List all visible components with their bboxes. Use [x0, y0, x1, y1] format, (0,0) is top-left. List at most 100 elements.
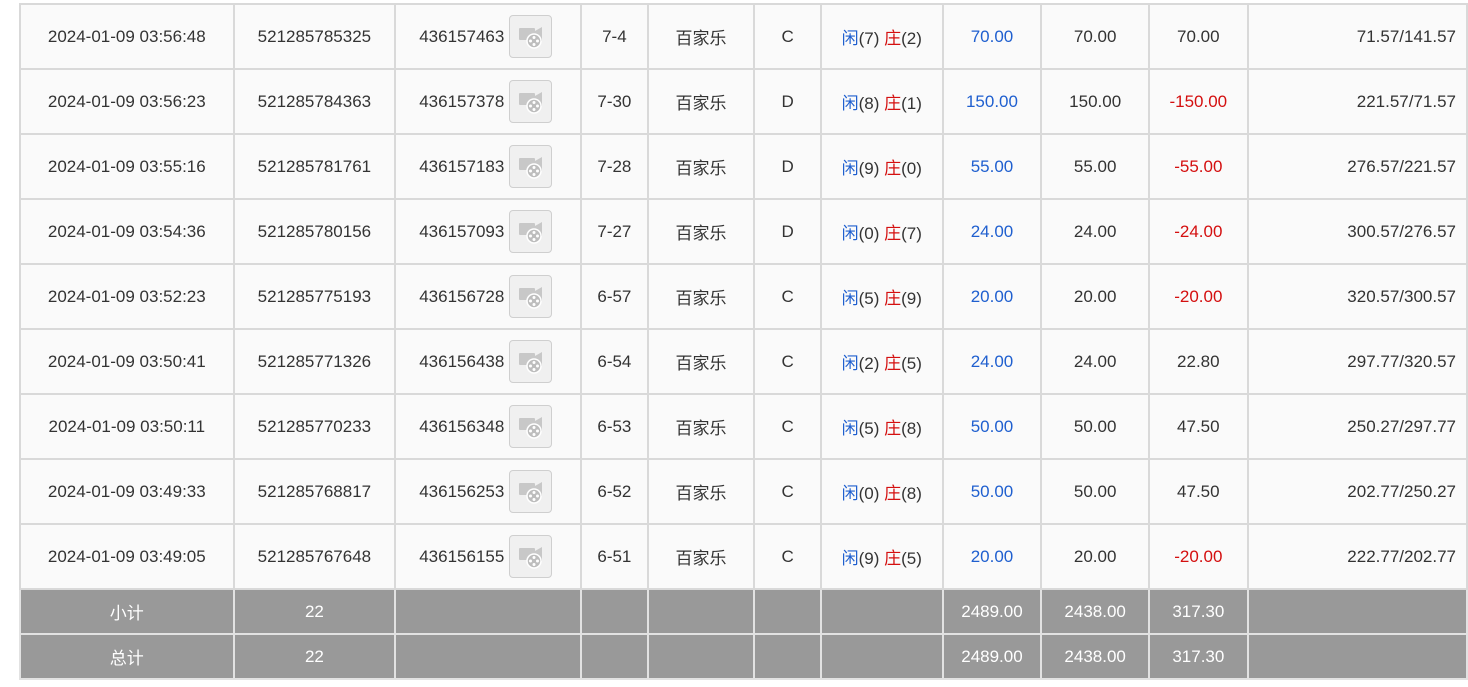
shoe-number: 6-57 — [580, 263, 649, 330]
banker-label: 庄 — [884, 484, 902, 503]
balance-change: 202.77/250.27 — [1246, 458, 1468, 525]
table-code: D — [753, 198, 822, 265]
result-cell: 闲(9) 庄(5) — [819, 523, 944, 590]
banker-label: 庄 — [884, 354, 902, 373]
player-label: 闲 — [841, 159, 859, 178]
banker-score: (8) — [901, 484, 922, 503]
round-cell: 436156155 — [394, 523, 582, 590]
result-cell: 闲(5) 庄(9) — [819, 263, 944, 330]
win-loss: -55.00 — [1147, 133, 1249, 200]
table-code: C — [753, 393, 822, 460]
win-loss: 22.80 — [1147, 328, 1249, 395]
win-loss: -20.00 — [1147, 263, 1249, 330]
valid-amount: 150.00 — [1040, 68, 1150, 135]
banker-score: (1) — [901, 94, 922, 113]
shoe-number: 7-27 — [580, 198, 649, 265]
table-code: C — [753, 3, 822, 70]
table-row: 2024-01-09 03:49:33 521285768817 436156253… — [19, 458, 1468, 525]
round-cell: 436157183 — [394, 133, 582, 200]
subtotal-count: 22 — [232, 588, 397, 635]
banker-label: 庄 — [884, 289, 902, 308]
video-replay-icon[interactable] — [509, 145, 553, 188]
bet-time: 2024-01-09 03:49:33 — [19, 458, 235, 525]
round-id: 436156438 — [419, 351, 505, 371]
bet-amount: 50.00 — [941, 458, 1043, 525]
table-row: 2024-01-09 03:52:23 521285775193 436156728… — [19, 263, 1468, 330]
bet-id: 521285780156 — [232, 198, 397, 265]
balance-change: 276.57/221.57 — [1246, 133, 1468, 200]
player-label: 闲 — [841, 94, 859, 113]
total-valid: 2438.00 — [1040, 633, 1150, 680]
bet-amount: 20.00 — [941, 263, 1043, 330]
round-cell: 436157463 — [394, 3, 582, 70]
bet-time: 2024-01-09 03:50:11 — [19, 393, 235, 460]
bet-history-table: 2024-01-09 03:56:48 521285785325 436157463… — [19, 3, 1468, 680]
round-cell: 436157093 — [394, 198, 582, 265]
player-score: (7) — [858, 29, 880, 48]
game-name: 百家乐 — [646, 458, 756, 525]
valid-amount: 50.00 — [1040, 393, 1150, 460]
table-footer: 小计 22 2489.00 2438.00 317.30 总计 22 2489.… — [19, 588, 1468, 680]
player-label: 闲 — [841, 484, 859, 503]
round-cell: 436156728 — [394, 263, 582, 330]
game-name: 百家乐 — [646, 133, 756, 200]
bet-amount: 50.00 — [941, 393, 1043, 460]
player-score: (5) — [858, 289, 880, 308]
player-score: (9) — [858, 549, 880, 568]
game-name: 百家乐 — [646, 523, 756, 590]
player-score: (0) — [858, 224, 880, 243]
bet-amount: 24.00 — [941, 328, 1043, 395]
round-id: 436156253 — [419, 481, 505, 501]
subtotal-winloss: 317.30 — [1147, 588, 1249, 635]
result-cell: 闲(5) 庄(8) — [819, 393, 944, 460]
video-replay-icon[interactable] — [509, 405, 553, 448]
player-label: 闲 — [841, 354, 859, 373]
table-code: C — [753, 328, 822, 395]
valid-amount: 55.00 — [1040, 133, 1150, 200]
video-replay-icon[interactable] — [509, 340, 553, 383]
result-cell: 闲(0) 庄(7) — [819, 198, 944, 265]
player-score: (2) — [858, 354, 880, 373]
game-name: 百家乐 — [646, 3, 756, 70]
bet-time: 2024-01-09 03:56:23 — [19, 68, 235, 135]
total-bet: 2489.00 — [941, 633, 1043, 680]
round-cell: 436156348 — [394, 393, 582, 460]
balance-change: 71.57/141.57 — [1246, 3, 1468, 70]
banker-label: 庄 — [884, 549, 902, 568]
video-replay-icon[interactable] — [509, 535, 553, 578]
bet-time: 2024-01-09 03:52:23 — [19, 263, 235, 330]
shoe-number: 6-53 — [580, 393, 649, 460]
table-row: 2024-01-09 03:56:23 521285784363 436157378… — [19, 68, 1468, 135]
player-label: 闲 — [841, 29, 859, 48]
table-code: C — [753, 263, 822, 330]
round-id: 436157183 — [419, 156, 505, 176]
subtotal-valid: 2438.00 — [1040, 588, 1150, 635]
bet-id: 521285785325 — [232, 3, 397, 70]
table-body: 2024-01-09 03:56:48 521285785325 436157463… — [19, 3, 1468, 590]
video-replay-icon[interactable] — [509, 80, 553, 123]
banker-label: 庄 — [884, 94, 902, 113]
video-replay-icon[interactable] — [509, 275, 553, 318]
banker-score: (7) — [901, 224, 922, 243]
video-replay-icon[interactable] — [509, 15, 553, 58]
win-loss: -24.00 — [1147, 198, 1249, 265]
banker-label: 庄 — [884, 29, 902, 48]
valid-amount: 20.00 — [1040, 523, 1150, 590]
bet-id: 521285781761 — [232, 133, 397, 200]
banker-score: (0) — [901, 159, 922, 178]
shoe-number: 6-54 — [580, 328, 649, 395]
subtotal-row: 小计 22 2489.00 2438.00 317.30 — [19, 588, 1468, 635]
bet-time: 2024-01-09 03:49:05 — [19, 523, 235, 590]
game-name: 百家乐 — [646, 263, 756, 330]
video-replay-icon[interactable] — [509, 470, 553, 513]
game-name: 百家乐 — [646, 328, 756, 395]
video-replay-icon[interactable] — [509, 210, 553, 253]
table-row: 2024-01-09 03:50:41 521285771326 436156438… — [19, 328, 1468, 395]
win-loss: -150.00 — [1147, 68, 1249, 135]
balance-change: 297.77/320.57 — [1246, 328, 1468, 395]
total-row: 总计 22 2489.00 2438.00 317.30 — [19, 633, 1468, 680]
table-row: 2024-01-09 03:55:16 521285781761 436157183… — [19, 133, 1468, 200]
valid-amount: 70.00 — [1040, 3, 1150, 70]
bet-time: 2024-01-09 03:54:36 — [19, 198, 235, 265]
bet-time: 2024-01-09 03:50:41 — [19, 328, 235, 395]
